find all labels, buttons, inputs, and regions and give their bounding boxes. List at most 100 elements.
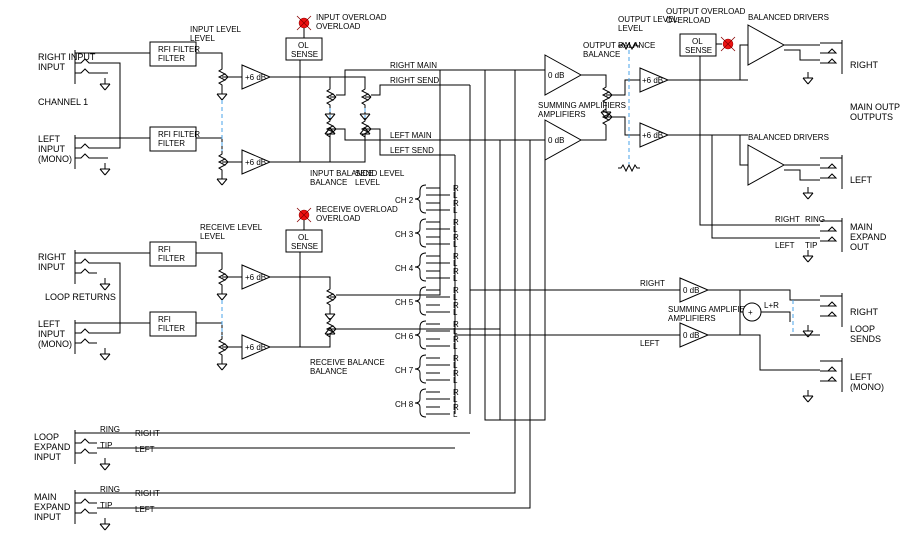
svg-text:MAIN: MAIN — [34, 492, 57, 502]
svg-text:CH 7: CH 7 — [395, 366, 414, 375]
svg-text:(MONO): (MONO) — [38, 154, 72, 164]
svg-text:CH 3: CH 3 — [395, 230, 414, 239]
svg-text:0 dB: 0 dB — [548, 136, 564, 145]
svg-text:LEVEL: LEVEL — [200, 232, 225, 241]
svg-text:TIP: TIP — [100, 501, 112, 510]
svg-text:INPUT: INPUT — [38, 262, 66, 272]
svg-text:0 dB: 0 dB — [683, 286, 699, 295]
led-output-overload — [721, 37, 735, 51]
label-loop-returns: LOOP RETURNS — [45, 292, 116, 302]
svg-text:0 dB: 0 dB — [548, 71, 564, 80]
svg-text:(MONO): (MONO) — [850, 382, 884, 392]
pot-input-balance-r — [327, 86, 336, 108]
svg-text:SENDS: SENDS — [850, 334, 881, 344]
svg-text:RING: RING — [805, 215, 825, 224]
jack-loop-return-l — [75, 320, 97, 354]
svg-text:CH 2: CH 2 — [395, 196, 414, 205]
pot-input-level-r — [219, 66, 228, 88]
svg-text:EXPAND: EXPAND — [850, 232, 887, 242]
svg-text:CH 8: CH 8 — [395, 400, 414, 409]
label-receive-balance: RECEIVE BALANCE — [310, 358, 385, 367]
jack-left-input-mono — [75, 135, 97, 169]
svg-text:LOOP: LOOP — [34, 432, 59, 442]
svg-text:INPUT: INPUT — [34, 512, 62, 522]
svg-text:BALANCE: BALANCE — [310, 178, 347, 187]
svg-text:+6 dB: +6 dB — [245, 273, 266, 282]
svg-text:TIP: TIP — [805, 241, 817, 250]
svg-text:+6 dB: +6 dB — [245, 158, 266, 167]
svg-text:RIGHT: RIGHT — [38, 252, 67, 262]
svg-text:RFI: RFI — [158, 315, 171, 324]
svg-text:LEFT: LEFT — [135, 505, 155, 514]
svg-text:LEFT MAIN: LEFT MAIN — [390, 131, 432, 140]
svg-text:LEFT: LEFT — [135, 445, 155, 454]
jack-loop-send-l — [820, 358, 842, 392]
pot-input-balance-l — [327, 118, 336, 140]
svg-text:AMPLIFIERS: AMPLIFIERS — [538, 110, 586, 119]
svg-text:LEFT: LEFT — [775, 241, 795, 250]
label-summing-amps-main: SUMMING AMPLIFIERS — [538, 101, 626, 110]
svg-text:SENSE: SENSE — [685, 46, 712, 55]
svg-text:RIGHT MAIN: RIGHT MAIN — [390, 61, 437, 70]
svg-text:RIGHT: RIGHT — [850, 307, 879, 317]
svg-text:L+R: L+R — [764, 301, 779, 310]
svg-text:AMPLIFIERS: AMPLIFIERS — [668, 314, 716, 323]
amp-balanced-driver-l — [748, 145, 784, 185]
svg-text:RFI FILTER: RFI FILTER — [158, 45, 200, 54]
svg-text:RFI: RFI — [158, 245, 171, 254]
svg-text:RIGHT: RIGHT — [850, 60, 879, 70]
svg-text:SENSE: SENSE — [291, 50, 318, 59]
svg-text:RIGHT: RIGHT — [640, 279, 665, 288]
svg-text:INPUT: INPUT — [38, 144, 66, 154]
led-input-overload — [297, 16, 311, 30]
svg-text:+6 dB: +6 dB — [245, 73, 266, 82]
svg-text:OUT: OUT — [850, 242, 870, 252]
svg-text:OVERLOAD: OVERLOAD — [316, 22, 361, 31]
svg-text:+6 dB: +6 dB — [642, 76, 663, 85]
svg-text:OUTPUTS: OUTPUTS — [850, 112, 893, 122]
svg-text:RFI FILTER: RFI FILTER — [158, 130, 200, 139]
svg-text:FILTER: FILTER — [158, 254, 185, 263]
svg-text:OL: OL — [692, 37, 703, 46]
svg-text:EXPAND: EXPAND — [34, 442, 71, 452]
svg-text:TIP: TIP — [100, 441, 112, 450]
svg-text:LEVEL: LEVEL — [618, 24, 643, 33]
pot-send-level-r — [362, 86, 371, 108]
svg-text:RECEIVE OVERLOAD: RECEIVE OVERLOAD — [316, 205, 398, 214]
label-send-level: SEND LEVEL — [355, 169, 405, 178]
jack-main-expand-input — [75, 490, 97, 524]
jack-loop-send-r — [820, 293, 842, 327]
svg-text:BALANCE: BALANCE — [310, 367, 347, 376]
svg-text:EXPAND: EXPAND — [34, 502, 71, 512]
amp-balanced-driver-r — [748, 25, 784, 65]
svg-text:INPUT: INPUT — [38, 329, 66, 339]
jack-main-out-l — [820, 155, 842, 189]
svg-text:OL: OL — [298, 41, 309, 50]
svg-text:OVERLOAD: OVERLOAD — [666, 16, 711, 25]
led-receive-overload — [297, 208, 311, 222]
svg-text:CH 5: CH 5 — [395, 298, 414, 307]
block-diagram: RIGHT INPUT INPUT LEFT INPUT (MONO) CHAN… — [0, 0, 900, 553]
svg-text:BALANCED DRIVERS: BALANCED DRIVERS — [748, 13, 829, 22]
svg-text:LEFT: LEFT — [640, 339, 660, 348]
label-right-input2: INPUT — [38, 62, 66, 72]
jack-main-out-r — [820, 40, 842, 74]
svg-text:LEFT: LEFT — [38, 319, 61, 329]
svg-text:OVERLOAD: OVERLOAD — [316, 214, 361, 223]
svg-text:LEFT SEND: LEFT SEND — [390, 146, 434, 155]
jack-loop-expand-input — [75, 430, 97, 464]
pot-send-level-l — [362, 118, 371, 140]
svg-text:LEFT: LEFT — [850, 372, 873, 382]
label-main-outputs: MAIN OUTPUTS — [850, 102, 900, 112]
svg-text:CH 6: CH 6 — [395, 332, 414, 341]
svg-text:(MONO): (MONO) — [38, 339, 72, 349]
jack-loop-return-r — [75, 250, 97, 284]
label-receive-level: RECEIVE LEVEL — [200, 223, 263, 232]
svg-text:CH 4: CH 4 — [395, 264, 414, 273]
label-channel1: CHANNEL 1 — [38, 97, 88, 107]
svg-text:OL: OL — [298, 233, 309, 242]
label-input-level: INPUT LEVEL — [190, 25, 242, 34]
label-left-input: LEFT — [38, 134, 61, 144]
label-input-overload: INPUT OVERLOAD — [316, 13, 387, 22]
svg-text:FILTER: FILTER — [158, 139, 185, 148]
